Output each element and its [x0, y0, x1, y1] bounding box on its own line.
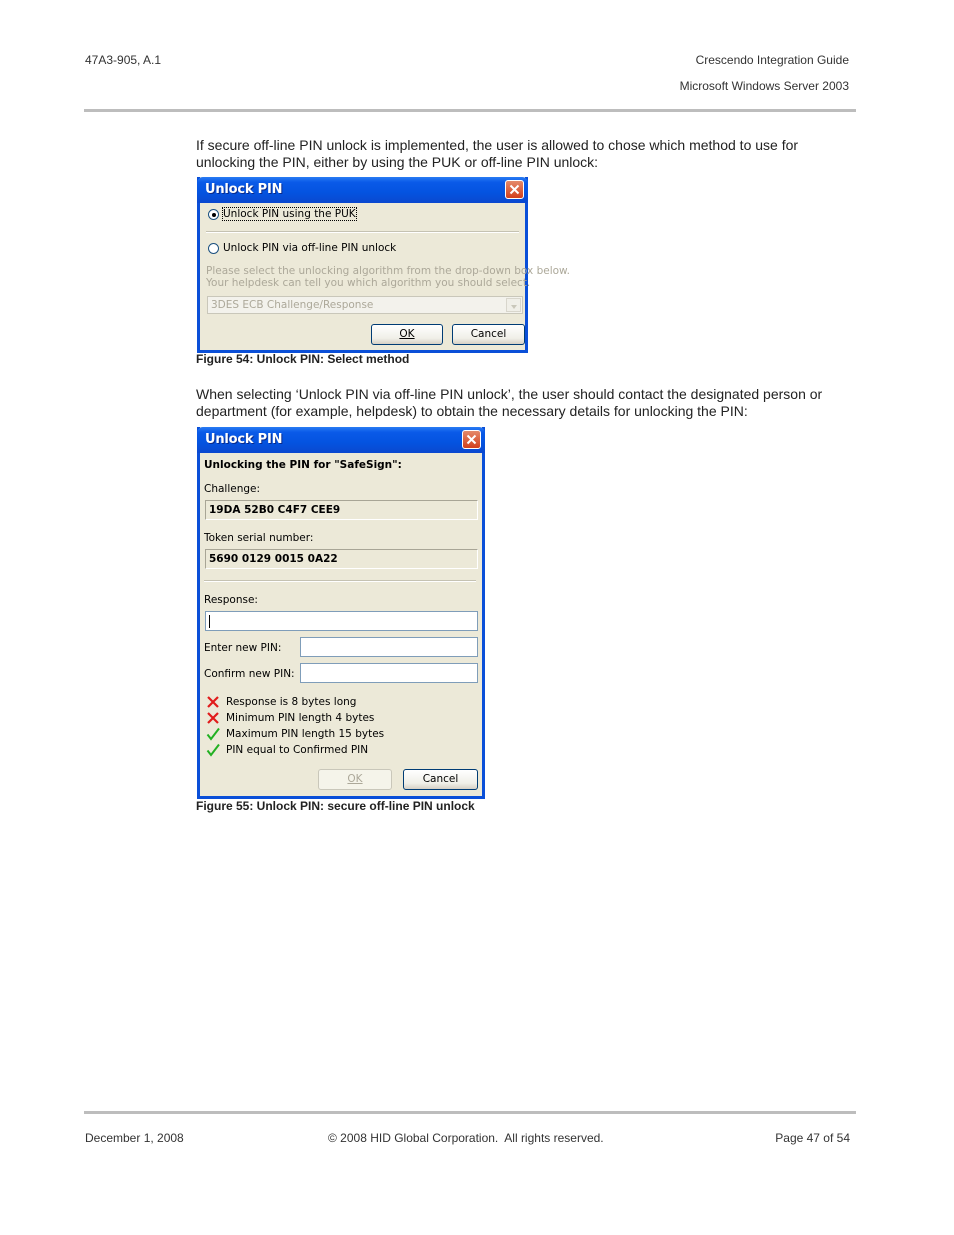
- footer-date: December 1, 2008: [85, 1131, 184, 1145]
- figure-55-caption: Figure 55: Unlock PIN: secure off-line P…: [196, 799, 475, 813]
- checkmark-icon: [206, 743, 220, 757]
- close-icon: [509, 184, 520, 195]
- algorithm-select-value: 3DES ECB Challenge/Response: [211, 299, 374, 311]
- title-bar: Unlock PIN: [197, 177, 528, 203]
- second-paragraph: When selecting ‘Unlock PIN via off-line …: [196, 386, 823, 419]
- figure-54-caption: Figure 54: Unlock PIN: Select method: [196, 352, 410, 366]
- response-label: Response:: [204, 594, 258, 606]
- challenge-field: 19DA 52B0 C4F7 CEE9: [205, 500, 478, 520]
- doc-title: Crescendo Integration Guide: [695, 53, 849, 67]
- challenge-label: Challenge:: [204, 483, 261, 495]
- cancel-button[interactable]: Cancel: [403, 769, 478, 790]
- checkmark-icon: [206, 727, 220, 741]
- instructions-line-2: Your helpdesk can tell you which algorit…: [206, 277, 531, 289]
- footer-page-number: Page 47 of 54: [775, 1131, 850, 1145]
- instructions-line-1: Please select the unlocking algorithm fr…: [206, 265, 570, 277]
- doc-subtitle: Microsoft Windows Server 2003: [679, 79, 849, 93]
- close-button[interactable]: [462, 430, 481, 449]
- new-pin-label: Enter new PIN:: [204, 642, 282, 654]
- footer-rule: [84, 1111, 856, 1114]
- cross-icon: [207, 712, 219, 724]
- separator: [204, 580, 476, 582]
- ok-button[interactable]: OK: [318, 769, 392, 790]
- radio-use-puk[interactable]: [208, 209, 219, 220]
- check-label: Response is 8 bytes long: [226, 696, 357, 708]
- radio-offline-unlock-label[interactable]: Unlock PIN via off-line PIN unlock: [223, 242, 396, 254]
- dialog-heading: Unlocking the PIN for "SafeSign":: [204, 459, 402, 471]
- chevron-down-icon[interactable]: [506, 298, 521, 312]
- cancel-button-label: Cancel: [422, 773, 459, 785]
- footer-copyright: © 2008 HID Global Corporation. All right…: [328, 1131, 604, 1145]
- algorithm-select[interactable]: 3DES ECB Challenge/Response: [207, 296, 523, 314]
- check-label: PIN equal to Confirmed PIN: [226, 744, 369, 756]
- serial-field: 5690 0129 0015 0A22: [205, 549, 478, 569]
- header-rule: [84, 109, 856, 112]
- unlock-pin-offline-dialog: Unlock PIN Unlocking the PIN for "SafeSi…: [197, 427, 485, 799]
- radio-offline-unlock[interactable]: [208, 243, 219, 254]
- ok-button[interactable]: OK: [371, 324, 443, 345]
- cancel-button-label: Cancel: [470, 328, 507, 340]
- intro-paragraph: If secure off-line PIN unlock is impleme…: [196, 137, 799, 170]
- confirm-pin-label: Confirm new PIN:: [204, 668, 295, 680]
- separator: [206, 231, 519, 233]
- new-pin-input[interactable]: [300, 637, 478, 657]
- unlock-pin-method-dialog: Unlock PIN Unlock PIN using the PUK Unlo…: [197, 177, 570, 353]
- dialog-title: Unlock PIN: [205, 432, 283, 447]
- close-button[interactable]: [505, 180, 524, 199]
- check-label: Maximum PIN length 15 bytes: [226, 728, 385, 740]
- title-bar: Unlock PIN: [197, 427, 485, 453]
- ok-button-label: OK: [399, 328, 415, 340]
- cancel-button[interactable]: Cancel: [452, 324, 525, 345]
- radio-use-puk-label[interactable]: Unlock PIN using the PUK: [222, 207, 357, 221]
- close-icon: [466, 434, 477, 445]
- text-caret: [209, 615, 210, 628]
- serial-label: Token serial number:: [204, 532, 314, 544]
- cross-icon: [207, 696, 219, 708]
- response-input[interactable]: [205, 611, 478, 631]
- dialog-title: Unlock PIN: [205, 182, 283, 197]
- check-label: Minimum PIN length 4 bytes: [226, 712, 375, 724]
- ok-button-label: OK: [347, 773, 363, 785]
- doc-id: 47A3-905, A.1: [85, 53, 162, 67]
- confirm-pin-input[interactable]: [300, 663, 478, 683]
